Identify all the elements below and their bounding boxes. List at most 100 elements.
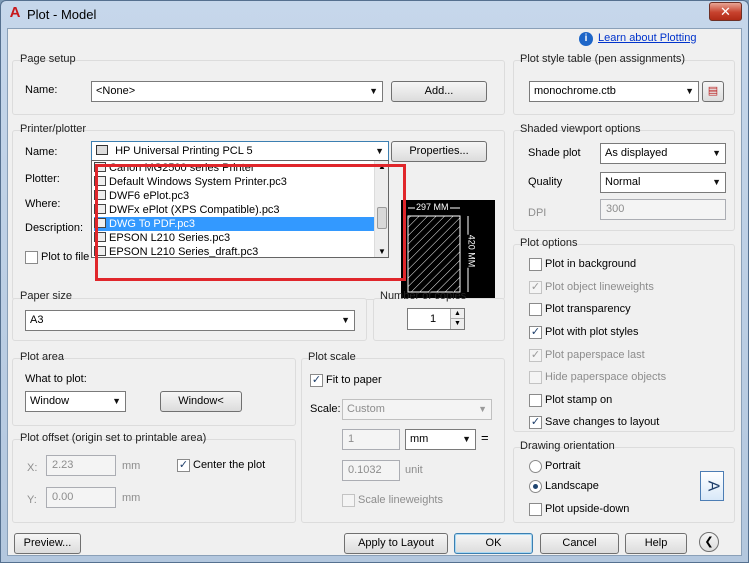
printer-icon (94, 232, 106, 242)
page-setup-title: Page setup (20, 53, 76, 65)
chevron-down-icon: ▼ (685, 86, 694, 96)
paper-size-select[interactable]: A3 ▼ (25, 310, 355, 331)
scale-paper-units-field[interactable]: 1 (342, 429, 400, 450)
printer-icon (94, 204, 106, 214)
chevron-down-icon: ▼ (712, 148, 721, 158)
printer-name-select[interactable]: HP Universal Printing PCL 5 ▼ (91, 141, 389, 162)
number-of-copies-title: Number of copies (380, 290, 467, 302)
edit-plot-style-button[interactable]: ▤ (702, 81, 724, 102)
x-offset-label: X: (27, 462, 38, 474)
number-of-copies-spinner[interactable]: 1 ▲ ▼ (407, 308, 465, 330)
plot-options-title: Plot options (520, 237, 578, 249)
printer-option[interactable]: Canon MG2500 series Printer (94, 161, 374, 175)
dropdown-scrollbar[interactable]: ▲ ▼ (374, 161, 388, 257)
plot-to-file-label: Plot to file (41, 251, 90, 263)
spin-up-icon[interactable]: ▲ (450, 309, 464, 319)
close-button[interactable]: ✕ (709, 2, 742, 21)
scale-lineweights-checkbox[interactable] (342, 494, 355, 507)
printer-plotter-title: Printer/plotter (20, 123, 87, 135)
quality-label: Quality (528, 176, 563, 188)
printer-icon (94, 190, 106, 200)
chevron-down-icon: ▼ (712, 177, 721, 187)
plot-upside-down-checkbox[interactable] (529, 503, 542, 516)
plot-option-checkbox[interactable]: ✓ (529, 349, 542, 362)
preview-button[interactable]: Preview... (14, 533, 81, 554)
plot-scale-title: Plot scale (308, 351, 356, 363)
equals-sign: = (481, 430, 489, 445)
plot-option-label: Hide paperspace objects (545, 371, 667, 383)
y-offset-unit: mm (122, 492, 141, 504)
window-select-button[interactable]: Window< (160, 391, 242, 412)
y-offset-field[interactable]: 0.00 (46, 487, 116, 508)
plot-style-table-title: Plot style table (pen assignments) (520, 53, 686, 65)
scale-units-value: mm (410, 433, 429, 445)
center-the-plot-checkbox[interactable]: ✓ (177, 459, 190, 472)
ok-button[interactable]: OK (454, 533, 533, 554)
dpi-field[interactable]: 300 (600, 199, 726, 220)
cancel-button[interactable]: Cancel (540, 533, 619, 554)
plot-offset-title: Plot offset (origin set to printable are… (20, 432, 207, 444)
info-icon: i (579, 32, 593, 46)
chevron-down-icon: ▼ (375, 146, 384, 156)
scale-lineweights-label: Scale lineweights (358, 494, 443, 506)
scale-drawing-units-field[interactable]: 0.1032 (342, 460, 400, 481)
learn-about-plotting-link[interactable]: Learn about Plotting (598, 32, 696, 44)
plot-option-checkbox[interactable] (529, 258, 542, 271)
scroll-up-icon: ▲ (378, 162, 386, 171)
scroll-thumb[interactable] (377, 207, 387, 229)
printer-option[interactable]: DWFx ePlot (XPS Compatible).pc3 (94, 203, 374, 217)
plot-option-checkbox[interactable] (529, 371, 542, 384)
x-offset-field[interactable]: 2.23 (46, 455, 116, 476)
edit-plot-style-icon: ▤ (707, 85, 719, 97)
scale-select[interactable]: Custom ▼ (342, 399, 492, 420)
landscape-label: Landscape (545, 480, 599, 492)
printer-option[interactable]: DWF6 ePlot.pc3 (94, 189, 374, 203)
printer-dropdown-list[interactable]: Canon MG2500 series Printer Default Wind… (91, 160, 389, 258)
scale-label: Scale: (310, 403, 341, 415)
fit-to-paper-checkbox[interactable]: ✓ (310, 374, 323, 387)
collapse-options-button[interactable]: ❮ (699, 532, 719, 552)
printer-option[interactable]: EPSON L210 Series_draft.pc3 (94, 245, 374, 257)
add-page-setup-button[interactable]: Add... (391, 81, 487, 102)
plotter-label: Plotter: (25, 173, 60, 185)
scroll-down-icon: ▼ (378, 247, 386, 256)
chevron-down-icon: ▼ (462, 434, 471, 444)
printer-option-selected[interactable]: DWG To PDF.pc3 (94, 217, 374, 231)
printer-option[interactable]: EPSON L210 Series.pc3 (94, 231, 374, 245)
scale-value: Custom (347, 403, 385, 415)
plot-option-checkbox[interactable]: ✓ (529, 416, 542, 429)
page-setup-name-value: <None> (96, 85, 136, 97)
orientation-preview-icon: A (700, 471, 724, 501)
plot-option-checkbox[interactable]: ✓ (529, 281, 542, 294)
help-button[interactable]: Help (625, 533, 687, 554)
scale-units-select[interactable]: mm ▼ (405, 429, 476, 450)
page-setup-name-select[interactable]: <None> ▼ (91, 81, 383, 102)
copies-value: 1 (430, 313, 437, 325)
shade-plot-select[interactable]: As displayed ▼ (600, 143, 726, 164)
plot-offset-group (12, 439, 296, 523)
unit-label: unit (405, 464, 423, 476)
center-the-plot-label: Center the plot (193, 459, 266, 471)
dialog-client-area: i Learn about Plotting Page setup Name: … (7, 28, 742, 556)
spin-down-icon[interactable]: ▼ (450, 319, 464, 329)
apply-to-layout-button[interactable]: Apply to Layout (344, 533, 448, 554)
printer-option[interactable]: Default Windows System Printer.pc3 (94, 175, 374, 189)
x-offset-unit: mm (122, 460, 141, 472)
plot-option-checkbox[interactable]: ✓ (529, 326, 542, 339)
paper-size-preview: 297 MM 420 MM (401, 200, 495, 298)
portrait-radio[interactable] (529, 460, 542, 473)
paper-width-label: 297 MM (415, 202, 450, 212)
plot-to-file-checkbox[interactable] (25, 251, 38, 264)
quality-select[interactable]: Normal ▼ (600, 172, 726, 193)
what-to-plot-select[interactable]: Window ▼ (25, 391, 126, 412)
plot-option-checkbox[interactable] (529, 394, 542, 407)
window-title: Plot - Model (27, 7, 97, 22)
printer-properties-button[interactable]: Properties... (391, 141, 487, 162)
landscape-radio[interactable] (529, 480, 542, 493)
plot-style-table-select[interactable]: monochrome.ctb ▼ (529, 81, 699, 102)
plot-option-label: Plot stamp on (545, 394, 613, 406)
printer-icon (94, 162, 106, 172)
chevron-down-icon: ▼ (341, 315, 350, 325)
plot-option-checkbox[interactable] (529, 303, 542, 316)
title-bar[interactable]: A Plot - Model ✕ (1, 1, 748, 28)
